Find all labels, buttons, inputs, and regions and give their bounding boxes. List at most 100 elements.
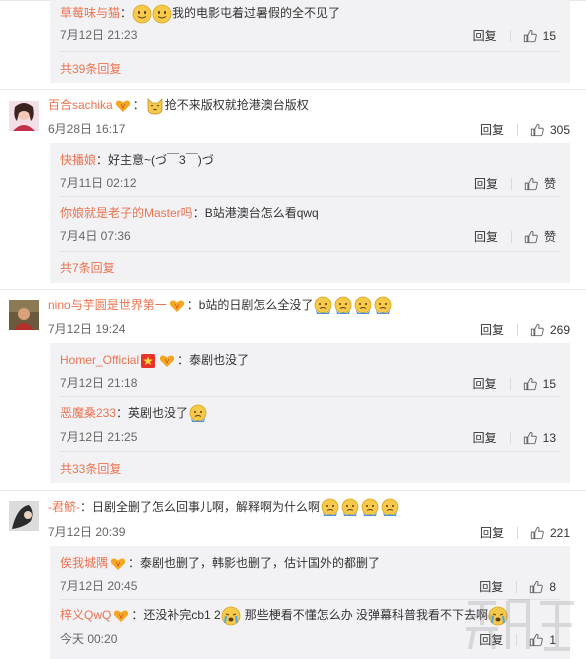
divider xyxy=(0,89,586,90)
thumbs-up-icon[interactable] xyxy=(523,29,537,43)
reply-button[interactable]: 回复 xyxy=(473,375,497,392)
divider xyxy=(0,490,586,491)
divider xyxy=(60,51,560,52)
reply-item: 你娘就是老子的Master吗：B站港澳台怎么看qwq 7月4日 07:36 回复… xyxy=(50,197,570,250)
divider xyxy=(0,289,586,290)
reply-author[interactable]: 梓义QwQ xyxy=(60,608,111,622)
reply-time: 7月12日 21:23 xyxy=(60,28,138,42)
colon: ： xyxy=(96,153,109,167)
comment-text: 抢不来版权就抢港澳台版权 xyxy=(164,98,309,113)
reply-author[interactable]: 恶魔桑233 xyxy=(60,406,116,420)
reply-button[interactable]: 回复 xyxy=(480,524,504,541)
thumbs-up-icon[interactable] xyxy=(524,230,538,244)
reply-text: 泰剧也删了，韩影也删了，估计国外的都删了 xyxy=(140,556,381,570)
reply-line: 俟我城隅 ：泰剧也删了，韩影也删了，估计国外的都删了 xyxy=(60,554,380,572)
colon: ： xyxy=(132,98,145,113)
reply-time: 7月12日 21:25 xyxy=(60,430,138,444)
more-replies-link[interactable]: 共7条回复 xyxy=(60,260,115,276)
comment-actions: 回复 269 xyxy=(480,321,570,338)
avatar[interactable] xyxy=(9,300,39,330)
reply-actions: 回复 赞 xyxy=(474,175,556,192)
comment-author[interactable]: 百合sachika xyxy=(48,98,113,112)
sad-emoji xyxy=(353,296,373,316)
vip-badge xyxy=(115,99,131,113)
reply-author[interactable]: 俟我城隅 xyxy=(60,556,108,570)
reply-button[interactable]: 回复 xyxy=(473,429,497,446)
thumbs-up-icon[interactable] xyxy=(530,526,544,540)
thumbs-up-icon[interactable] xyxy=(530,123,544,137)
reply-text: 泰剧也没了 xyxy=(189,353,250,367)
vip-badge xyxy=(113,609,129,623)
colon: ： xyxy=(131,608,144,623)
colon: ： xyxy=(120,6,133,21)
comment-line: nino与芋圆是世界第一 ：b站的日剧怎么全没了 xyxy=(48,296,393,316)
comment-line: -君鲚-：日剧全删了怎么回事儿啊，解释啊为什么啊 xyxy=(48,498,400,518)
comment-time: 7月12日 20:39 xyxy=(48,525,126,539)
comment-time: 6月28日 16:17 xyxy=(48,122,126,136)
thumbs-up-icon[interactable] xyxy=(523,431,537,445)
comment-actions: 回复 305 xyxy=(480,121,570,138)
reply-author[interactable]: 你娘就是老子的Master吗 xyxy=(60,206,193,220)
thumbs-up-icon[interactable] xyxy=(529,580,543,594)
reply-text: 好主意~(づ￣3￣)づ xyxy=(108,153,214,167)
colon: ： xyxy=(80,500,93,515)
comment-time: 7月12日 19:24 xyxy=(48,322,126,336)
reply-time: 7月12日 21:18 xyxy=(60,376,138,390)
sad-emoji xyxy=(333,296,353,316)
thumbs-up-icon[interactable] xyxy=(530,323,544,337)
smile-emoji xyxy=(132,4,152,24)
reply-text: 还没补完cb1 2 xyxy=(143,608,221,623)
reply-block-3: Homer_Official ：泰剧也没了 7月12日 21:18 回复 15 恶… xyxy=(50,343,570,483)
comment-line: 百合sachika ： 抢不来版权就抢港澳台版权 xyxy=(48,96,309,116)
more-replies-link[interactable]: 共39条回复 xyxy=(60,61,121,77)
reply-button[interactable]: 回复 xyxy=(480,121,504,138)
thumbs-up-icon[interactable] xyxy=(524,177,538,191)
reply-time: 7月4日 07:36 xyxy=(60,229,131,243)
sad-emoji xyxy=(340,498,360,518)
like-count: 221 xyxy=(549,525,570,540)
reply-actions: 回复 15 xyxy=(473,375,556,392)
comment-text: 日剧全删了怎么回事儿啊，解释啊为什么啊 xyxy=(92,500,321,515)
thumbs-up-icon[interactable] xyxy=(523,377,537,391)
divider xyxy=(510,177,512,190)
sad-emoji xyxy=(188,404,208,424)
reply-item: 快播娘：好主意~(づ￣3￣)づ 7月11日 02:12 回复 赞 xyxy=(50,143,570,196)
sad-emoji xyxy=(313,296,333,316)
reply-block-1: 草莓味与猫： 我的电影屯着过暑假的全不见了 7月12日 21:23 回复 15 共… xyxy=(50,0,570,83)
reply-author[interactable]: Homer_Official xyxy=(60,353,139,367)
avatar[interactable] xyxy=(9,501,39,531)
colon: ： xyxy=(186,298,199,313)
reply-line: 草莓味与猫： 我的电影屯着过暑假的全不见了 xyxy=(60,4,340,24)
divider xyxy=(509,29,511,42)
sad-emoji xyxy=(373,296,393,316)
reply-item: 草莓味与猫： 我的电影屯着过暑假的全不见了 7月12日 21:23 回复 15 xyxy=(50,0,570,50)
reply-line: 快播娘：好主意~(づ￣3￣)づ xyxy=(60,151,214,169)
reply-button[interactable]: 回复 xyxy=(479,578,503,595)
more-replies-link[interactable]: 共33条回复 xyxy=(60,461,121,477)
comment-author[interactable]: nino与芋圆是世界第一 xyxy=(48,298,167,312)
reply-button[interactable]: 回复 xyxy=(480,321,504,338)
reply-item: 恶魔桑233：英剧也没了 7月12日 21:25 回复 13 xyxy=(50,397,570,450)
reply-line: 你娘就是老子的Master吗：B站港澳台怎么看qwq xyxy=(60,204,319,222)
reply-time: 7月12日 20:45 xyxy=(60,579,138,593)
reply-author[interactable]: 快播娘 xyxy=(60,153,96,167)
reply-actions: 回复 13 xyxy=(473,429,556,446)
avatar[interactable] xyxy=(9,101,39,131)
reply-author[interactable]: 草莓味与猫 xyxy=(60,6,120,20)
reply-item: Homer_Official ：泰剧也没了 7月12日 21:18 回复 15 xyxy=(50,343,570,396)
sad-emoji xyxy=(320,498,340,518)
like-label[interactable]: 赞 xyxy=(544,228,556,245)
reply-text: 英剧也没了 xyxy=(128,406,189,421)
like-count: 305 xyxy=(549,122,570,137)
divider xyxy=(516,526,518,539)
like-label[interactable]: 赞 xyxy=(544,175,556,192)
reply-time: 7月11日 02:12 xyxy=(60,176,137,190)
star-badge xyxy=(141,354,155,368)
reply-button[interactable]: 回复 xyxy=(474,228,498,245)
sad-emoji xyxy=(360,498,380,518)
reply-text-continued: 那些梗看不懂怎么办 没弹幕科普我看不下去啊 xyxy=(244,608,489,623)
comment-author[interactable]: -君鲚- xyxy=(48,500,80,514)
reply-button[interactable]: 回复 xyxy=(473,27,497,44)
sad-emoji xyxy=(380,498,400,518)
reply-button[interactable]: 回复 xyxy=(474,175,498,192)
